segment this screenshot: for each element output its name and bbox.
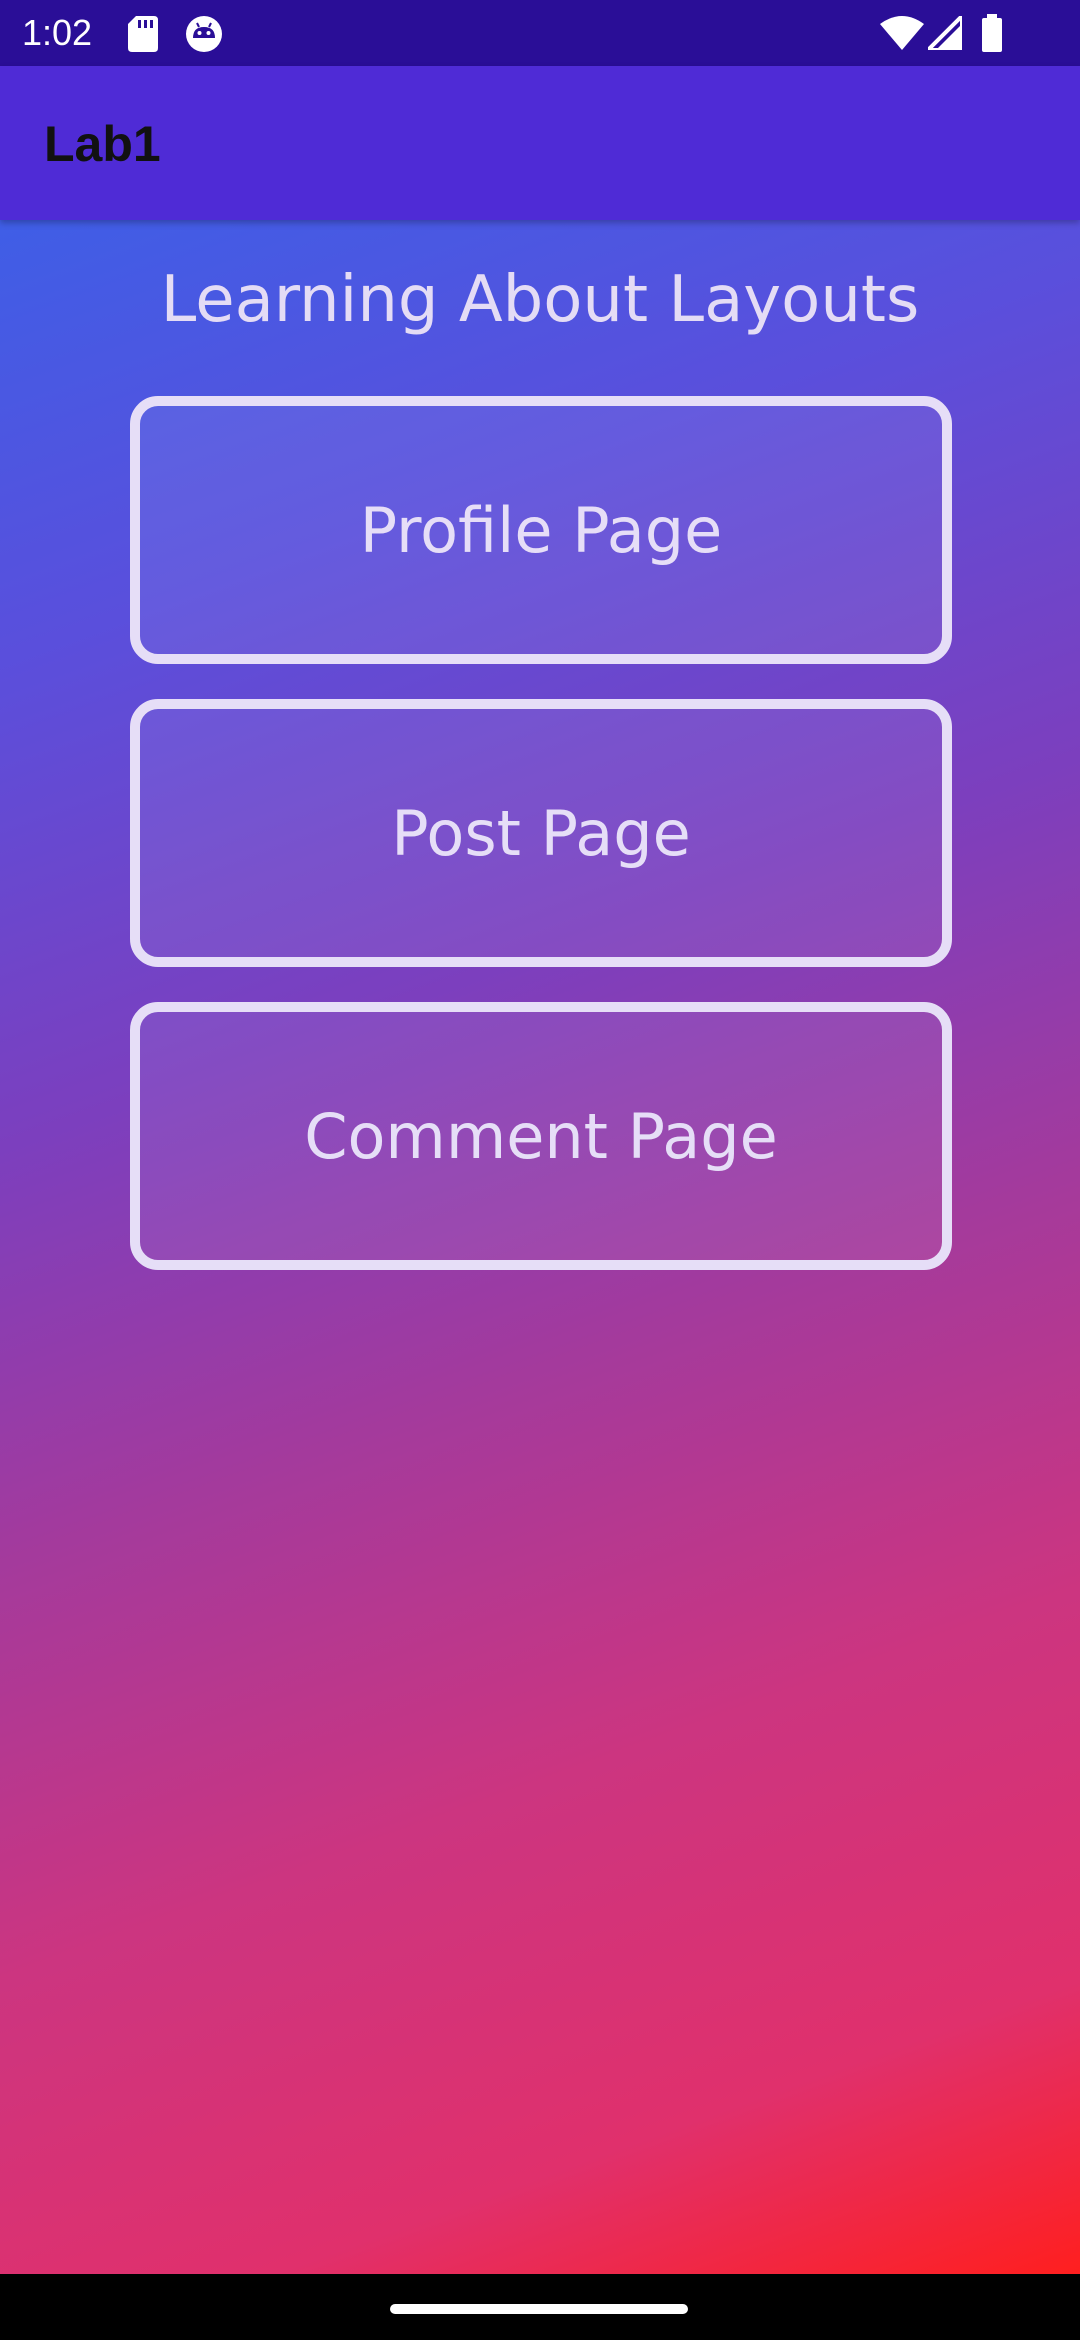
status-bar: 1:02: [0, 0, 1080, 66]
sd-card-icon: [128, 16, 158, 52]
cell-signal-icon: [928, 16, 962, 50]
post-page-button-label: Post Page: [391, 796, 691, 870]
app-bar: Lab1: [0, 66, 1080, 220]
system-navigation-bar: [0, 2274, 1080, 2340]
profile-page-button-label: Profile Page: [359, 493, 723, 567]
wifi-icon: [880, 16, 924, 50]
page-title: Learning About Layouts: [160, 263, 920, 337]
battery-icon: [982, 14, 1002, 52]
status-time: 1:02: [22, 12, 93, 53]
comment-page-button-label: Comment Page: [304, 1099, 778, 1173]
android-debug-icon: [186, 16, 222, 52]
screen: 1:02 Lab1 Learning About Layouts Profile…: [0, 0, 1080, 2340]
post-page-button[interactable]: Post Page: [130, 699, 952, 967]
profile-page-button[interactable]: Profile Page: [130, 396, 952, 664]
app-title: Lab1: [44, 116, 161, 172]
comment-page-button[interactable]: Comment Page: [130, 1002, 952, 1270]
home-gesture-handle[interactable]: [390, 2304, 688, 2314]
main-content: Learning About Layouts Profile Page Post…: [0, 220, 1080, 2274]
